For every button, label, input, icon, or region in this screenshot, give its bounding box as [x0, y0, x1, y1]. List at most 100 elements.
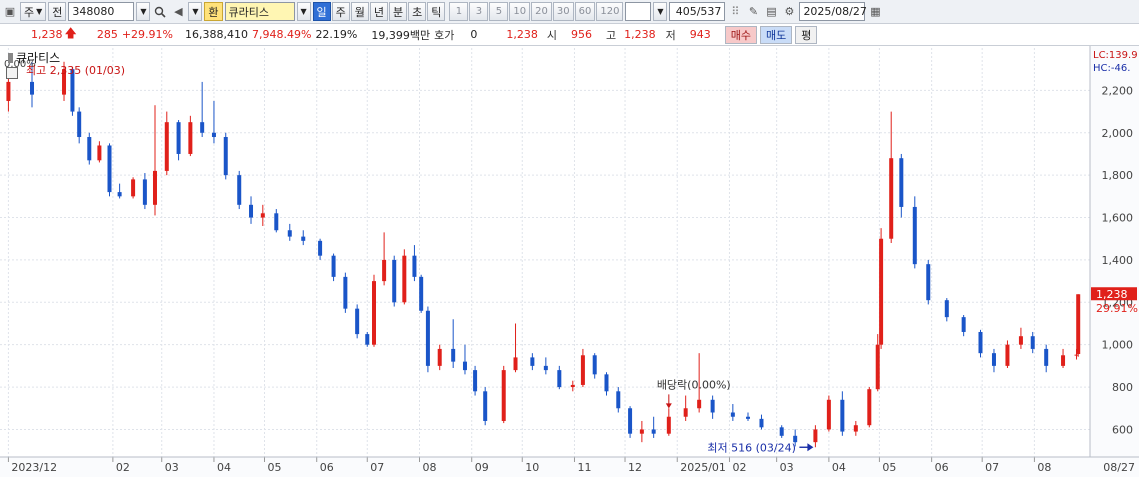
- chevron-down-icon: ▼: [140, 7, 147, 16]
- candle-body: [419, 276, 424, 311]
- stock-code-input[interactable]: 348080: [68, 2, 135, 21]
- last-pct-label: 29.91%: [1096, 302, 1138, 315]
- x-tick-label: 08: [1037, 461, 1051, 474]
- interval-dropdown-button[interactable]: ▼: [653, 2, 668, 21]
- period-tab-4[interactable]: 분: [389, 2, 408, 21]
- period-tab-1[interactable]: 주: [331, 2, 350, 21]
- speaker-icon[interactable]: ◀: [170, 3, 186, 21]
- candle-body: [501, 370, 506, 421]
- candle-body: [142, 179, 147, 205]
- candle-body: [666, 416, 671, 434]
- y-tick-label: 2,000: [1102, 127, 1134, 140]
- high-label: 고: [606, 28, 617, 42]
- price-chart[interactable]: 6008001,0001,2001,4001,6001,8002,0002,20…: [0, 46, 1139, 477]
- candle-body: [164, 122, 169, 171]
- search-icon-glyph: [155, 6, 166, 18]
- indicator-settings-icon[interactable]: [6, 67, 18, 79]
- candle-body: [813, 429, 818, 443]
- x-tick-label: 07: [370, 461, 384, 474]
- x-tick-label: 02: [732, 461, 746, 474]
- low-annotation: 최저 516 (03/24): [707, 441, 796, 454]
- save-icon[interactable]: ▤: [763, 3, 779, 21]
- chart-window-icon[interactable]: ▣: [2, 3, 18, 21]
- volume-change-pct: 7,948.49%: [252, 28, 312, 41]
- speaker-dropdown-button[interactable]: ▼: [188, 2, 203, 21]
- candle-body: [1061, 355, 1066, 366]
- price-change: 285: [96, 28, 118, 41]
- chart-type-select[interactable]: 주 ▼: [20, 2, 47, 21]
- period-tab-0[interactable]: 일: [312, 2, 331, 21]
- candle-body: [77, 111, 82, 138]
- legend-series-name: 큐라티스: [16, 51, 61, 65]
- interval-button-5[interactable]: 5: [489, 2, 509, 21]
- candle-body: [437, 348, 442, 366]
- candle-body: [331, 255, 336, 277]
- interval-button-20[interactable]: 20: [531, 2, 552, 21]
- interval-button-60[interactable]: 60: [574, 2, 596, 21]
- draw-tool-icon[interactable]: ✎: [745, 3, 761, 21]
- gear-icon[interactable]: ⚙: [781, 3, 797, 21]
- candle-body: [152, 170, 157, 205]
- candle-body: [513, 357, 518, 371]
- prev-button[interactable]: 전: [48, 2, 67, 21]
- candle-body: [639, 429, 644, 434]
- candle-body: [6, 81, 11, 101]
- bar-count-value: 405/537: [675, 5, 722, 18]
- candle-body: [826, 399, 831, 430]
- hoga-value: 0: [470, 28, 478, 41]
- candle-body: [978, 331, 983, 354]
- candle-body: [392, 259, 397, 303]
- bar-count-field[interactable]: 405/537: [669, 2, 726, 21]
- candle-body: [853, 425, 858, 432]
- turnover-rate: 22.19%: [315, 28, 358, 41]
- candle-body: [355, 308, 360, 335]
- calendar-icon[interactable]: ▦: [867, 3, 883, 21]
- interval-button-10[interactable]: 10: [509, 2, 531, 21]
- period-tab-5[interactable]: 초: [408, 2, 427, 21]
- interval-button-3[interactable]: 3: [469, 2, 489, 21]
- x-tick-label: 06: [935, 461, 949, 474]
- candle-body: [944, 300, 949, 318]
- candle-body: [580, 355, 585, 385]
- flat-button[interactable]: 평: [795, 25, 818, 44]
- candle-body: [365, 334, 370, 345]
- y-tick-label: 2,200: [1102, 84, 1134, 97]
- y-tick-label: 600: [1112, 423, 1133, 436]
- x-tick-label: 02: [116, 461, 130, 474]
- period-tabs: 일주월년분초틱: [312, 2, 446, 21]
- x-tick-label: 12: [628, 461, 642, 474]
- x-tick-label: 05: [267, 461, 281, 474]
- period-tab-2[interactable]: 월: [350, 2, 369, 21]
- grid-icon[interactable]: ⠿: [727, 3, 743, 21]
- chevron-down-icon: ▼: [192, 7, 199, 16]
- chart-legend: 큐라티스: [8, 50, 60, 65]
- candle-body: [651, 429, 656, 434]
- buy-button[interactable]: 매수: [724, 25, 757, 44]
- candle-body: [1018, 336, 1023, 345]
- stock-name-value: 큐라티스: [228, 5, 270, 19]
- interval-button-1[interactable]: 1: [449, 2, 469, 21]
- x-tick-label: 2025/01: [680, 461, 726, 474]
- sell-button[interactable]: 매도: [760, 25, 793, 44]
- name-dropdown-button[interactable]: ▼: [296, 2, 311, 21]
- period-tab-6[interactable]: 틱: [427, 2, 446, 21]
- candle-body: [425, 310, 430, 366]
- date-input[interactable]: 2025/08/27: [799, 2, 867, 21]
- custom-interval-input[interactable]: [625, 2, 652, 21]
- volume: 16,388,410: [185, 28, 248, 41]
- candle-body: [287, 230, 292, 237]
- search-icon[interactable]: [152, 3, 168, 21]
- candle-body: [1030, 336, 1035, 349]
- code-dropdown-button[interactable]: ▼: [136, 2, 151, 21]
- interval-buttons: 1 3 5 10 20 30 60 120: [449, 2, 624, 21]
- currency-toggle-button[interactable]: 환: [204, 2, 223, 21]
- candle-body: [87, 137, 92, 161]
- period-tab-3[interactable]: 년: [369, 2, 389, 21]
- interval-button-120[interactable]: 120: [596, 2, 624, 21]
- x-tick-label: 11: [577, 461, 591, 474]
- interval-button-30[interactable]: 30: [552, 2, 574, 21]
- stock-name-field[interactable]: 큐라티스: [224, 2, 295, 21]
- candle-body: [223, 137, 228, 176]
- candle-body: [107, 145, 112, 193]
- x-tick-label: 2023/12: [11, 461, 57, 474]
